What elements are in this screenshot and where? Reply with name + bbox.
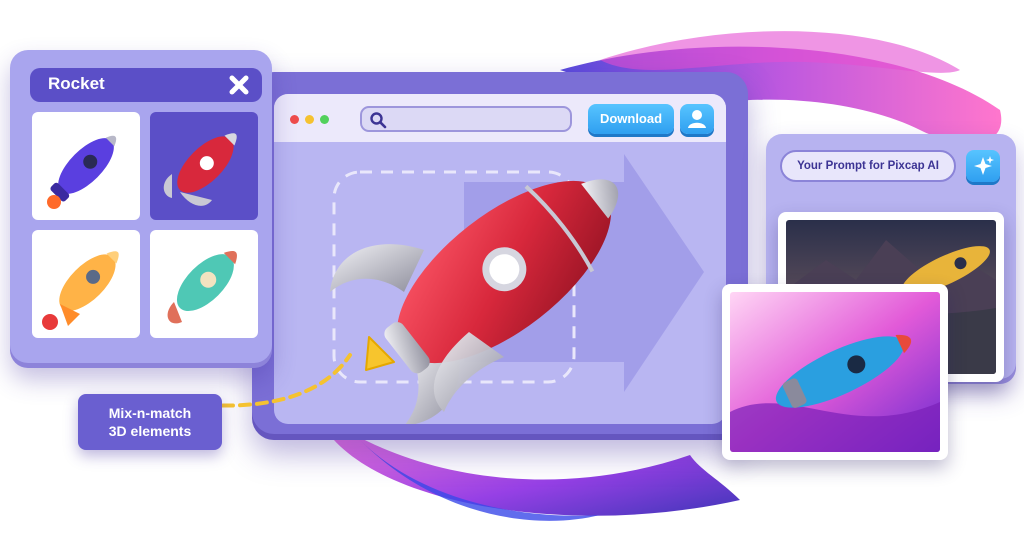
window-maximize-dot[interactable] xyxy=(320,115,329,124)
asset-tile-purple-rocket[interactable] xyxy=(32,112,140,220)
asset-library-panel: Rocket xyxy=(10,50,272,368)
mix-n-match-callout: Mix-n-match 3D elements xyxy=(78,394,222,450)
asset-tile-orange-rocket[interactable] xyxy=(32,230,140,338)
ai-prompt-input[interactable]: Your Prompt for Pixcap AI xyxy=(780,150,956,182)
editor-content: Download xyxy=(274,94,726,424)
swirl-rocket-image xyxy=(730,292,940,452)
generate-button[interactable] xyxy=(966,150,1000,182)
browser-toolbar: Download xyxy=(274,94,726,142)
3d-canvas[interactable] xyxy=(274,142,726,424)
generated-image-swirl[interactable] xyxy=(722,284,948,460)
search-input[interactable] xyxy=(360,106,572,132)
editor-window: Download xyxy=(252,72,748,440)
user-icon xyxy=(688,110,706,128)
red-rocket-icon xyxy=(163,133,237,206)
close-icon[interactable] xyxy=(228,74,250,96)
teal-rocket-icon xyxy=(167,251,237,324)
purple-rocket-icon xyxy=(47,135,117,209)
asset-tile-red-rocket[interactable] xyxy=(150,112,258,220)
callout-line-2: 3D elements xyxy=(108,423,192,439)
panel-title: Rocket xyxy=(48,74,105,93)
window-minimize-dot[interactable] xyxy=(305,115,314,124)
orange-rocket-icon xyxy=(42,251,119,330)
search-icon xyxy=(370,112,387,129)
panel-header: Rocket xyxy=(30,68,262,102)
user-button[interactable] xyxy=(680,104,714,134)
asset-tile-teal-rocket[interactable] xyxy=(150,230,258,338)
sparkle-icon xyxy=(974,156,994,175)
callout-line-1: Mix-n-match xyxy=(108,405,192,421)
download-button[interactable]: Download xyxy=(588,104,674,134)
window-close-dot[interactable] xyxy=(290,115,299,124)
rocket-fin xyxy=(330,244,424,292)
